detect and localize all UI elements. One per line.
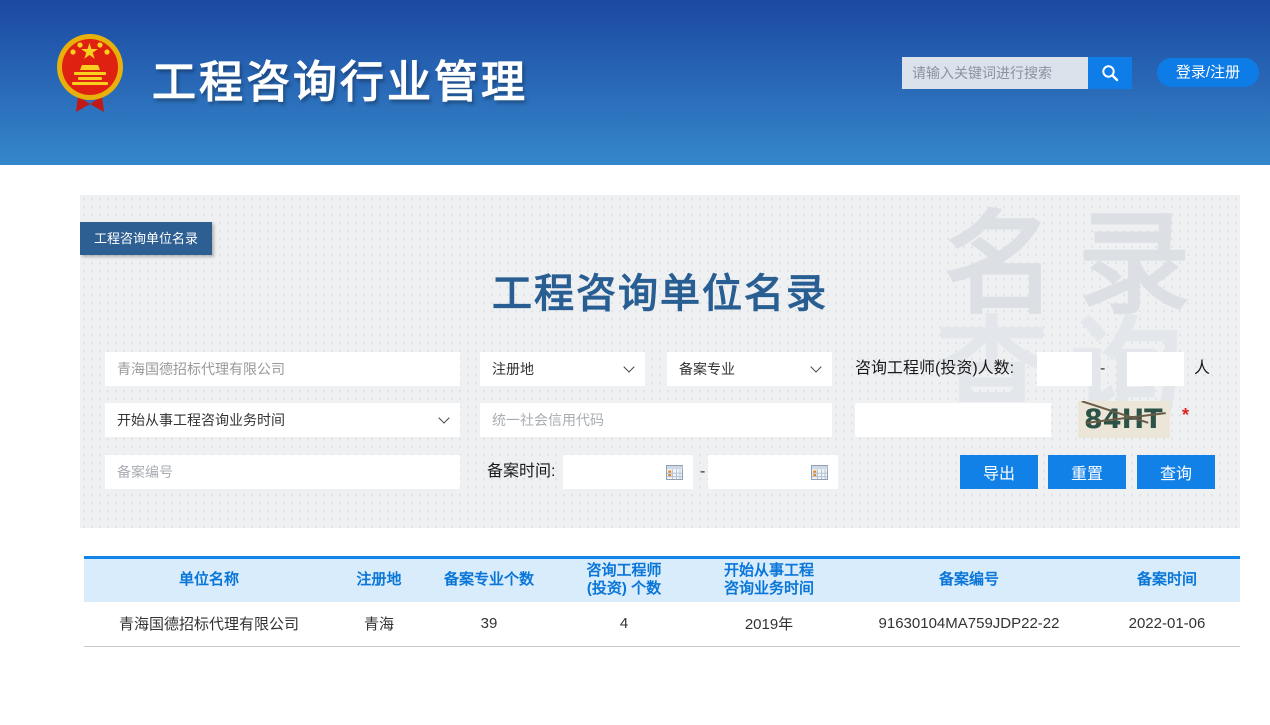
specialty-select[interactable]: 备案专业	[667, 352, 832, 386]
col-header-engineer-count: 咨询工程师 (投资) 个数	[554, 558, 694, 602]
site-title: 工程咨询行业管理	[152, 46, 528, 110]
cell-engineer-count: 4	[554, 602, 694, 647]
query-panel: 名录 查询 工程咨询单位名录 工程咨询单位名录 注册地 备案专业 咨询工程师(投…	[80, 195, 1240, 528]
site-header: 工程咨询行业管理 登录/注册	[0, 0, 1270, 165]
start-time-select-value: 开始从事工程咨询业务时间	[117, 410, 285, 430]
chevron-down-icon	[810, 361, 821, 372]
col-header-region: 注册地	[334, 558, 424, 602]
calendar-icon[interactable]	[666, 464, 683, 480]
search-input[interactable]	[902, 57, 1088, 89]
cell-region: 青海	[334, 602, 424, 647]
record-time-end-input[interactable]	[708, 455, 838, 489]
record-time-label: 备案时间:	[487, 455, 555, 489]
national-emblem-icon	[56, 30, 124, 114]
col-header-unit-name: 单位名称	[84, 558, 334, 602]
login-register-button[interactable]: 登录/注册	[1157, 58, 1259, 87]
required-mark: *	[1182, 405, 1189, 426]
cell-specialty-count: 39	[424, 602, 554, 647]
engineer-count-label: 咨询工程师(投资)人数:	[855, 352, 1014, 386]
record-number-input[interactable]	[105, 455, 460, 489]
results-table: 单位名称 注册地 备案专业个数 咨询工程师 (投资) 个数 开始从事工程 咨询业…	[84, 556, 1240, 647]
col-header-record-time: 备案时间	[1094, 558, 1240, 602]
page-title: 工程咨询单位名录	[80, 261, 1240, 319]
tab-unit-directory[interactable]: 工程咨询单位名录	[80, 222, 212, 255]
chevron-down-icon	[438, 412, 449, 423]
cell-record-number: 91630104MA759JDP22-22	[844, 602, 1094, 647]
cell-record-time: 2022-01-06	[1094, 602, 1240, 647]
captcha-image[interactable]: 84HT	[1078, 401, 1170, 438]
reset-button[interactable]: 重置	[1048, 455, 1126, 489]
header-search	[902, 57, 1132, 89]
person-unit-label: 人	[1194, 352, 1210, 386]
chevron-down-icon	[623, 361, 634, 372]
date-separator: -	[700, 455, 705, 489]
search-icon	[1100, 63, 1120, 83]
cell-start-time: 2019年	[694, 602, 844, 647]
region-select[interactable]: 注册地	[480, 352, 645, 386]
table-row[interactable]: 青海国德招标代理有限公司 青海 39 4 2019年 91630104MA759…	[84, 602, 1240, 647]
captcha-text: 84HT	[1084, 404, 1163, 435]
col-header-record-number: 备案编号	[844, 558, 1094, 602]
col-header-start-time: 开始从事工程 咨询业务时间	[694, 558, 844, 602]
engineer-count-min-input[interactable]	[1037, 352, 1092, 386]
start-time-select[interactable]: 开始从事工程咨询业务时间	[105, 403, 460, 437]
captcha-input[interactable]	[855, 403, 1051, 437]
table-header-row: 单位名称 注册地 备案专业个数 咨询工程师 (投资) 个数 开始从事工程 咨询业…	[84, 558, 1240, 602]
calendar-icon[interactable]	[811, 464, 828, 480]
engineer-count-max-input[interactable]	[1127, 352, 1184, 386]
cell-unit-name: 青海国德招标代理有限公司	[84, 602, 334, 647]
credit-code-input[interactable]	[480, 403, 832, 437]
region-select-value: 注册地	[492, 359, 534, 379]
search-button[interactable]	[1088, 57, 1132, 89]
query-button[interactable]: 查询	[1137, 455, 1215, 489]
range-separator: -	[1100, 352, 1105, 386]
record-time-start-input[interactable]	[563, 455, 693, 489]
specialty-select-value: 备案专业	[679, 359, 735, 379]
export-button[interactable]: 导出	[960, 455, 1038, 489]
company-name-input[interactable]	[105, 352, 460, 386]
page: 工程咨询行业管理 登录/注册 名录 查询 工程咨询单位名录 工程咨询单位名录 注…	[0, 0, 1270, 725]
col-header-specialty-count: 备案专业个数	[424, 558, 554, 602]
